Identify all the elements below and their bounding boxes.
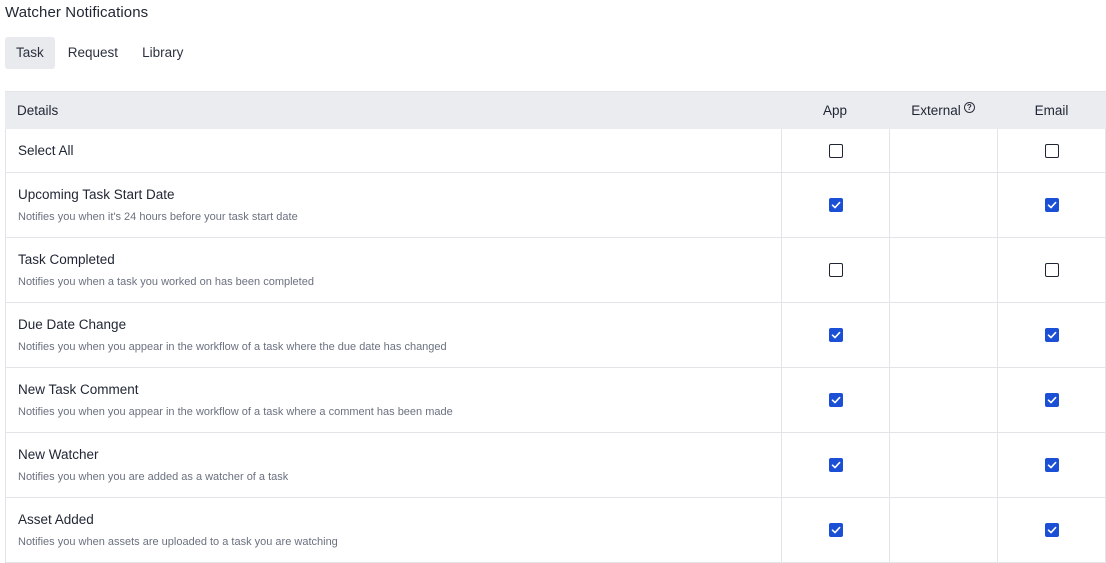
email-checkbox[interactable] — [1044, 328, 1059, 342]
checkmark-icon — [831, 331, 840, 339]
row-external-cell — [889, 368, 997, 432]
table-row: Upcoming Task Start Date Notifies you wh… — [5, 173, 1106, 238]
table-header: Details App External ? Email — [5, 92, 1106, 129]
checkmark-icon — [831, 201, 840, 209]
row-title: Upcoming Task Start Date — [18, 187, 175, 202]
row-title: Asset Added — [18, 512, 94, 527]
row-details-cell: Task Completed Notifies you when a task … — [5, 238, 781, 302]
row-description: Notifies you when you appear in the work… — [18, 341, 447, 353]
row-external-cell — [889, 173, 997, 237]
row-title: Task Completed — [18, 252, 115, 267]
header-email: Email — [1034, 103, 1069, 118]
page-title: Watcher Notifications — [5, 4, 149, 21]
checkmark-icon — [1047, 526, 1056, 534]
row-external-cell — [889, 498, 997, 562]
select-all-app-cell — [781, 129, 889, 172]
row-external-cell — [889, 238, 997, 302]
row-description: Notifies you when assets are uploaded to… — [18, 536, 338, 548]
email-checkbox[interactable] — [1044, 523, 1059, 537]
row-email-cell — [997, 368, 1106, 432]
help-icon[interactable]: ? — [963, 102, 975, 113]
row-email-cell — [997, 498, 1106, 562]
header-external: External ? — [889, 92, 997, 129]
row-description: Notifies you when you are added as a wat… — [18, 471, 289, 483]
app-checkbox[interactable] — [828, 198, 843, 212]
row-title: New Task Comment — [18, 382, 139, 397]
table-row: New Task Comment Notifies you when you a… — [5, 368, 1106, 433]
row-email-cell — [997, 433, 1106, 497]
row-external-cell — [889, 433, 997, 497]
app-checkbox[interactable] — [828, 458, 843, 472]
checkmark-icon — [831, 461, 840, 469]
checkmark-icon — [831, 396, 840, 404]
select-all-label: Select All — [18, 143, 74, 158]
notifications-table: Details App External ? Email Select All … — [5, 91, 1106, 563]
row-details-cell: Upcoming Task Start Date Notifies you wh… — [5, 173, 781, 237]
row-app-cell — [781, 173, 889, 237]
row-email-cell — [997, 238, 1106, 302]
row-description: Notifies you when it's 24 hours before y… — [18, 211, 298, 223]
row-description: Notifies you when you appear in the work… — [18, 406, 453, 418]
row-description: Notifies you when a task you worked on h… — [18, 276, 314, 288]
select-all-external-cell — [889, 129, 997, 172]
row-app-cell — [781, 368, 889, 432]
email-checkbox[interactable] — [1044, 263, 1059, 277]
email-checkbox[interactable] — [1044, 393, 1059, 407]
header-external-label: External — [911, 103, 961, 118]
app-checkbox[interactable] — [828, 393, 843, 407]
select-all-app-checkbox[interactable] — [828, 143, 843, 158]
header-app: App — [822, 103, 848, 118]
select-all-cell: Select All — [5, 129, 781, 172]
row-title: Due Date Change — [18, 317, 127, 332]
row-title: New Watcher — [18, 447, 99, 462]
table-row: Task Completed Notifies you when a task … — [5, 238, 1106, 303]
row-details-cell: Due Date Change Notifies you when you ap… — [5, 303, 781, 367]
row-details-cell: New Watcher Notifies you when you are ad… — [5, 433, 781, 497]
checkmark-icon — [1047, 331, 1056, 339]
table-row: Asset Added Notifies you when assets are… — [5, 498, 1106, 563]
row-details-cell: New Task Comment Notifies you when you a… — [5, 368, 781, 432]
row-app-cell — [781, 433, 889, 497]
tab-bar: Task Request Library — [5, 37, 194, 69]
header-details: Details — [17, 103, 59, 118]
email-checkbox[interactable] — [1044, 198, 1059, 212]
app-checkbox[interactable] — [828, 263, 843, 277]
table-row: Due Date Change Notifies you when you ap… — [5, 303, 1106, 368]
table-row: New Watcher Notifies you when you are ad… — [5, 433, 1106, 498]
tab-request[interactable]: Request — [57, 37, 129, 69]
checkmark-icon — [1047, 396, 1056, 404]
checkmark-icon — [1047, 461, 1056, 469]
app-checkbox[interactable] — [828, 523, 843, 537]
row-email-cell — [997, 303, 1106, 367]
select-all-email-checkbox[interactable] — [1044, 143, 1059, 158]
select-all-row: Select All — [5, 129, 1106, 173]
tab-task[interactable]: Task — [5, 37, 55, 69]
checkmark-icon — [1047, 201, 1056, 209]
tab-library[interactable]: Library — [131, 37, 194, 69]
row-details-cell: Asset Added Notifies you when assets are… — [5, 498, 781, 562]
row-app-cell — [781, 498, 889, 562]
app-checkbox[interactable] — [828, 328, 843, 342]
row-app-cell — [781, 303, 889, 367]
row-external-cell — [889, 303, 997, 367]
row-app-cell — [781, 238, 889, 302]
email-checkbox[interactable] — [1044, 458, 1059, 472]
checkmark-icon — [831, 526, 840, 534]
row-email-cell — [997, 173, 1106, 237]
select-all-email-cell — [997, 129, 1106, 172]
